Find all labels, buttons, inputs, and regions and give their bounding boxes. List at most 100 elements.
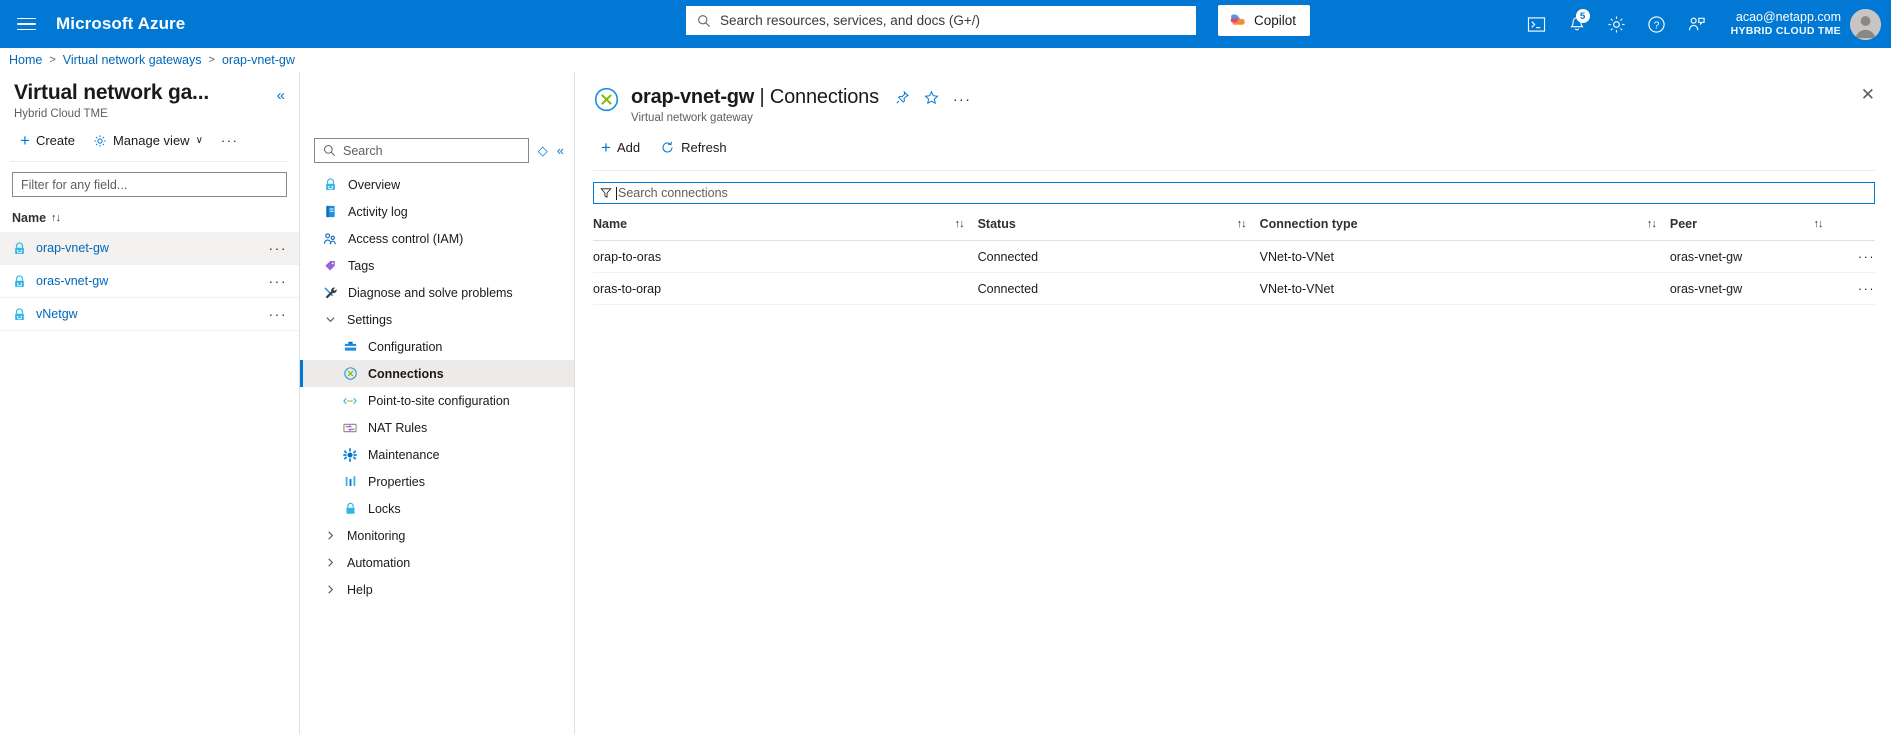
list-item-menu-icon[interactable]: ··· [269, 306, 288, 322]
nav-group-settings[interactable]: Settings [300, 306, 574, 333]
nav-group-label: Settings [347, 313, 392, 327]
refresh-button[interactable]: Refresh [652, 136, 735, 159]
breadcrumb-separator: > [209, 54, 215, 66]
breadcrumb-item-current[interactable]: orap-vnet-gw [222, 53, 295, 67]
breadcrumb-item-virtual-network-gateways[interactable]: Virtual network gateways [63, 53, 202, 67]
nav-item-activity-log[interactable]: Activity log [300, 198, 574, 225]
sort-icon: ↑↓ [1814, 218, 1837, 230]
connections-toolbar: + Add Refresh [575, 124, 1891, 170]
help-icon[interactable]: ? [1637, 0, 1677, 48]
pin-blade-icon[interactable] [895, 90, 910, 108]
nav-group-monitoring[interactable]: Monitoring [300, 522, 574, 549]
column-header-status[interactable]: Status ↑↓ [978, 204, 1260, 241]
azure-brand-label[interactable]: Microsoft Azure [56, 14, 185, 34]
list-item[interactable]: orap-vnet-gw ··· [0, 232, 299, 265]
breadcrumb-item-home[interactable]: Home [9, 53, 42, 67]
properties-icon [342, 474, 358, 490]
table-row[interactable]: orap-to-oras Connected VNet-to-VNet oras… [593, 241, 1875, 273]
create-button[interactable]: + Create [12, 128, 83, 153]
nav-item-locks[interactable]: Locks [300, 495, 574, 522]
favorite-blade-icon[interactable] [924, 90, 939, 108]
cell-name: orap-to-oras [593, 241, 978, 273]
connections-table: Name ↑↓ Status ↑↓ Connection type [593, 204, 1875, 305]
nav-item-access-control[interactable]: Access control (IAM) [300, 225, 574, 252]
page-title-separator: | [760, 86, 765, 108]
left-blade-divider [10, 161, 289, 162]
gear-icon [93, 134, 107, 148]
collapse-blade-icon[interactable]: « [277, 81, 285, 104]
search-connections-input[interactable]: Search connections [593, 182, 1875, 204]
account-info[interactable]: acao@netapp.com HYBRID CLOUD TME [1731, 10, 1841, 39]
left-blade-more-button[interactable]: ··· [213, 129, 247, 152]
nav-item-label: Activity log [348, 205, 408, 219]
column-header-peer[interactable]: Peer ↑↓ [1670, 204, 1837, 241]
list-item-menu-icon[interactable]: ··· [269, 273, 288, 289]
breadcrumb: Home > Virtual network gateways > orap-v… [0, 48, 1891, 72]
blade-header: orap-vnet-gw | Connections Virtual netwo… [575, 72, 1891, 124]
column-label: Peer [1670, 217, 1697, 231]
add-connection-button[interactable]: + Add [593, 135, 648, 160]
cloud-shell-icon[interactable] [1517, 0, 1557, 48]
nav-item-tags[interactable]: Tags [300, 252, 574, 279]
left-blade-subtitle: Hybrid Cloud TME [14, 108, 209, 120]
table-row[interactable]: oras-to-orap Connected VNet-to-VNet oras… [593, 273, 1875, 305]
nav-item-diagnose-and-solve-problems[interactable]: Diagnose and solve problems [300, 279, 574, 306]
filter-icon [600, 187, 612, 199]
list-item-label: oras-vnet-gw [36, 274, 108, 288]
nav-item-properties[interactable]: Properties [300, 468, 574, 495]
left-blade-title: Virtual network ga... [14, 81, 209, 105]
nav-item-point-to-site-configuration[interactable]: Point-to-site configuration [300, 387, 574, 414]
cell-status: Connected [978, 273, 1260, 305]
list-item[interactable]: oras-vnet-gw ··· [0, 265, 299, 298]
column-label: Status [978, 217, 1016, 231]
plus-icon: + [20, 132, 30, 149]
column-header-name[interactable]: Name ↑↓ [593, 204, 978, 241]
copilot-button[interactable]: Copilot [1218, 5, 1310, 36]
global-search-input[interactable]: Search resources, services, and docs (G+… [686, 6, 1196, 35]
resource-menu-search-input[interactable]: Search [314, 138, 529, 163]
cell-name: oras-to-orap [593, 273, 978, 305]
nav-item-overview[interactable]: Overview [300, 171, 574, 198]
nav-item-label: Overview [348, 178, 400, 192]
page-title-resource: orap-vnet-gw [631, 86, 754, 108]
feedback-icon[interactable] [1677, 0, 1717, 48]
virtual-network-gateways-list-blade: Virtual network ga... Hybrid Cloud TME «… [0, 72, 300, 734]
collapse-menu-icon[interactable]: « [557, 143, 564, 158]
refresh-label: Refresh [681, 140, 727, 155]
filter-input[interactable]: Filter for any field... [12, 172, 287, 197]
left-blade-column-header[interactable]: Name ↑↓ [0, 203, 299, 232]
list-item-label: orap-vnet-gw [36, 241, 109, 255]
manage-view-button[interactable]: Manage view ∨ [85, 129, 211, 152]
nav-item-label: Configuration [368, 340, 442, 354]
hamburger-menu-icon[interactable] [0, 14, 52, 35]
avatar[interactable] [1850, 9, 1881, 40]
search-icon [323, 144, 336, 157]
row-menu-icon[interactable]: ··· [1837, 241, 1875, 273]
nav-item-connections[interactable]: Connections [300, 360, 574, 387]
locks-icon [342, 501, 358, 517]
notifications-icon[interactable]: 5 [1557, 0, 1597, 48]
chevron-down-icon: ∨ [196, 135, 203, 146]
nav-item-maintenance[interactable]: Maintenance [300, 441, 574, 468]
tag-icon [322, 258, 338, 274]
nav-group-automation[interactable]: Automation [300, 549, 574, 576]
blade-more-icon[interactable]: ··· [953, 91, 972, 107]
diagnose-icon [322, 285, 338, 301]
column-header-connection-type[interactable]: Connection type ↑↓ [1260, 204, 1670, 241]
list-item[interactable]: vNetgw ··· [0, 298, 299, 331]
notifications-badge: 5 [1576, 9, 1590, 23]
settings-gear-icon[interactable] [1597, 0, 1637, 48]
page-body: Virtual network ga... Hybrid Cloud TME «… [0, 72, 1891, 734]
pin-menu-icon[interactable]: ◇ [538, 143, 548, 159]
toolbar-divider [593, 170, 1875, 171]
row-menu-icon[interactable]: ··· [1837, 273, 1875, 305]
sort-icon: ↑↓ [1647, 218, 1670, 230]
nav-item-nat-rules[interactable]: NAT Rules [300, 414, 574, 441]
list-item-menu-icon[interactable]: ··· [269, 240, 288, 256]
nat-rules-icon [342, 420, 358, 436]
close-blade-icon[interactable]: ✕ [1861, 86, 1875, 103]
create-label: Create [36, 133, 75, 148]
chevron-right-icon [322, 584, 338, 595]
nav-item-configuration[interactable]: Configuration [300, 333, 574, 360]
nav-group-help[interactable]: Help [300, 576, 574, 603]
